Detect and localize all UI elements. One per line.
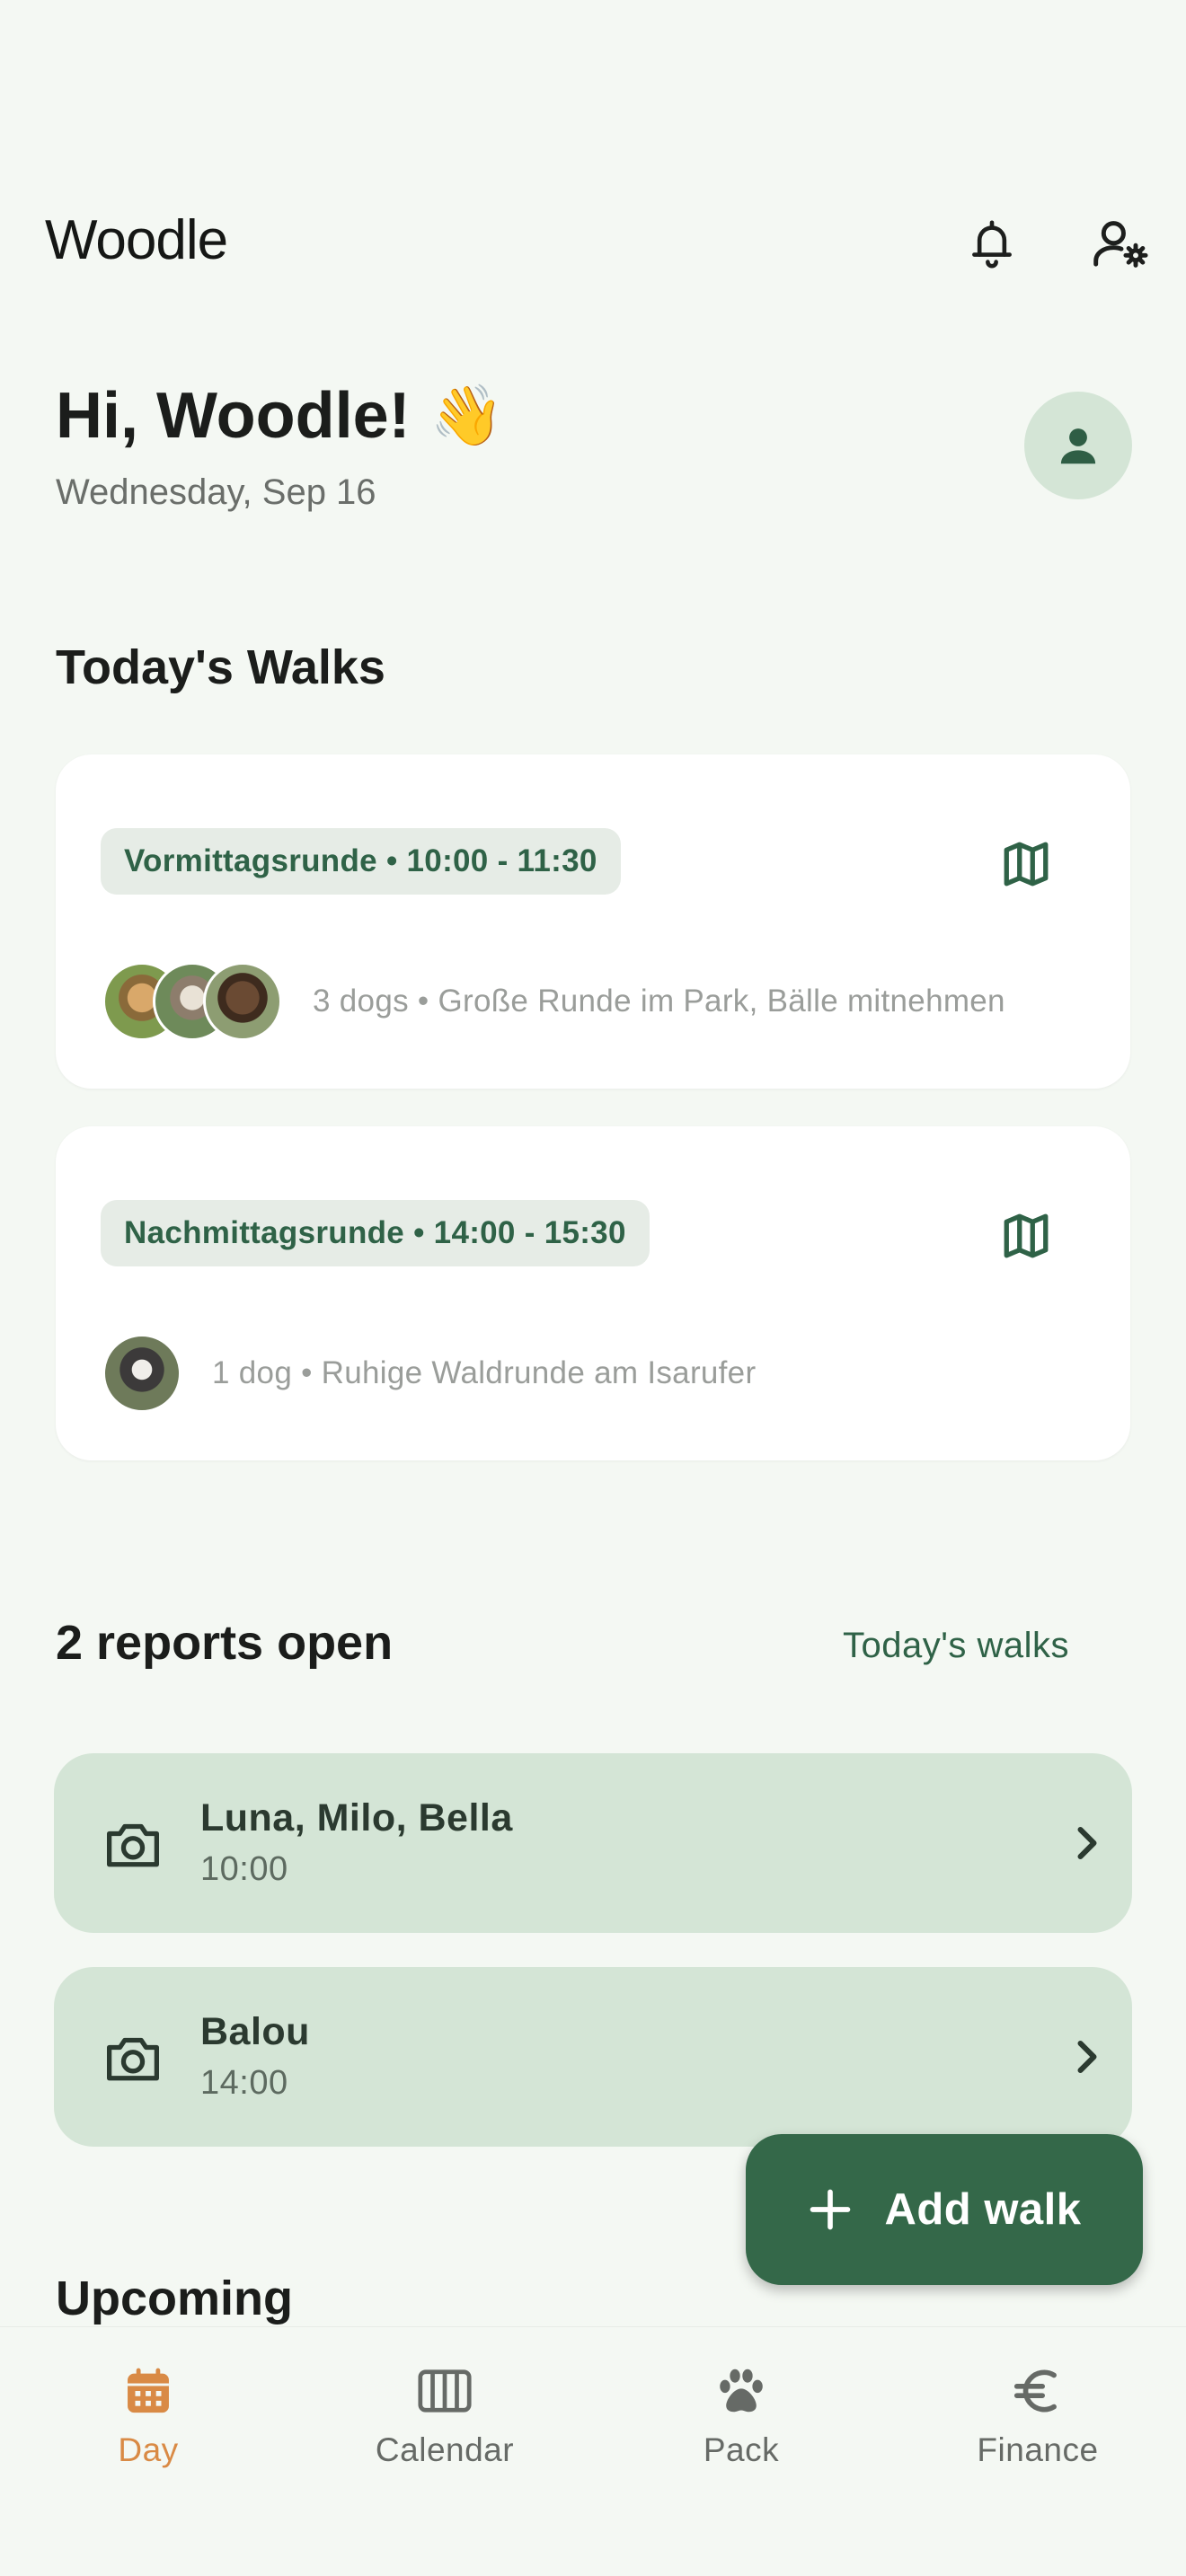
report-item[interactable]: Luna, Milo, Bella 10:00 (54, 1753, 1132, 1933)
current-date: Wednesday, Sep 16 (56, 472, 376, 512)
dog-avatar (203, 962, 282, 1041)
nav-label: Day (118, 2431, 179, 2468)
walk-meta: 1 dog • Ruhige Waldrunde am Isarufer (212, 1355, 757, 1390)
euro-icon (1006, 2360, 1069, 2422)
walk-time-chip: Nachmittagsrunde • 14:00 - 15:30 (101, 1200, 650, 1266)
nav-day[interactable]: Day (0, 2327, 296, 2507)
report-dogs: Balou (200, 2010, 310, 2053)
notifications-bell-icon[interactable] (956, 208, 1028, 280)
plus-icon (810, 2189, 851, 2230)
calendar-week-icon (413, 2360, 476, 2422)
camera-icon (97, 2021, 169, 2093)
wave-emoji: 👋 (429, 382, 504, 448)
greeting-text: Hi, Woodle! (56, 380, 411, 452)
account-settings-icon[interactable] (1085, 208, 1157, 280)
report-item[interactable]: Balou 14:00 (54, 1967, 1132, 2147)
map-icon[interactable] (990, 1200, 1062, 1272)
todays-walks-title: Today's Walks (56, 640, 385, 694)
calendar-day-icon (117, 2360, 180, 2422)
app-title: Woodle (45, 209, 228, 271)
camera-icon (97, 1807, 169, 1879)
nav-label: Calendar (375, 2431, 515, 2468)
paw-icon (710, 2360, 773, 2422)
dog-avatar (102, 1334, 181, 1413)
person-icon (1060, 428, 1096, 464)
nav-label: Finance (977, 2431, 1099, 2468)
profile-avatar[interactable] (1024, 392, 1132, 499)
nav-finance[interactable]: Finance (890, 2327, 1186, 2507)
add-walk-label: Add walk (884, 2185, 1082, 2234)
walk-time-chip: Vormittagsrunde • 10:00 - 11:30 (101, 828, 621, 895)
chevron-right-icon (1060, 2030, 1114, 2084)
chevron-right-icon (1060, 1816, 1114, 1870)
walk-card[interactable]: Vormittagsrunde • 10:00 - 11:30 3 dogs •… (56, 754, 1130, 1089)
nav-calendar[interactable]: Calendar (296, 2327, 593, 2507)
map-icon[interactable] (990, 828, 1062, 900)
report-dogs: Luna, Milo, Bella (200, 1796, 513, 1839)
nav-label: Pack (703, 2431, 780, 2468)
walk-card[interactable]: Nachmittagsrunde • 14:00 - 15:30 1 dog •… (56, 1126, 1130, 1460)
report-time: 10:00 (200, 1850, 288, 1888)
upcoming-title: Upcoming (56, 2272, 293, 2325)
greeting: Hi, Woodle! 👋 (56, 379, 504, 453)
todays-walks-link[interactable]: Today's walks (843, 1626, 1069, 1666)
nav-pack[interactable]: Pack (593, 2327, 890, 2507)
reports-title: 2 reports open (56, 1616, 394, 1670)
report-time: 14:00 (200, 2064, 288, 2102)
walk-meta: 3 dogs • Große Runde im Park, Bälle mitn… (313, 984, 1005, 1019)
bottom-navigation: Day Calendar Pack Finance (0, 2326, 1186, 2576)
add-walk-button[interactable]: Add walk (746, 2134, 1143, 2285)
